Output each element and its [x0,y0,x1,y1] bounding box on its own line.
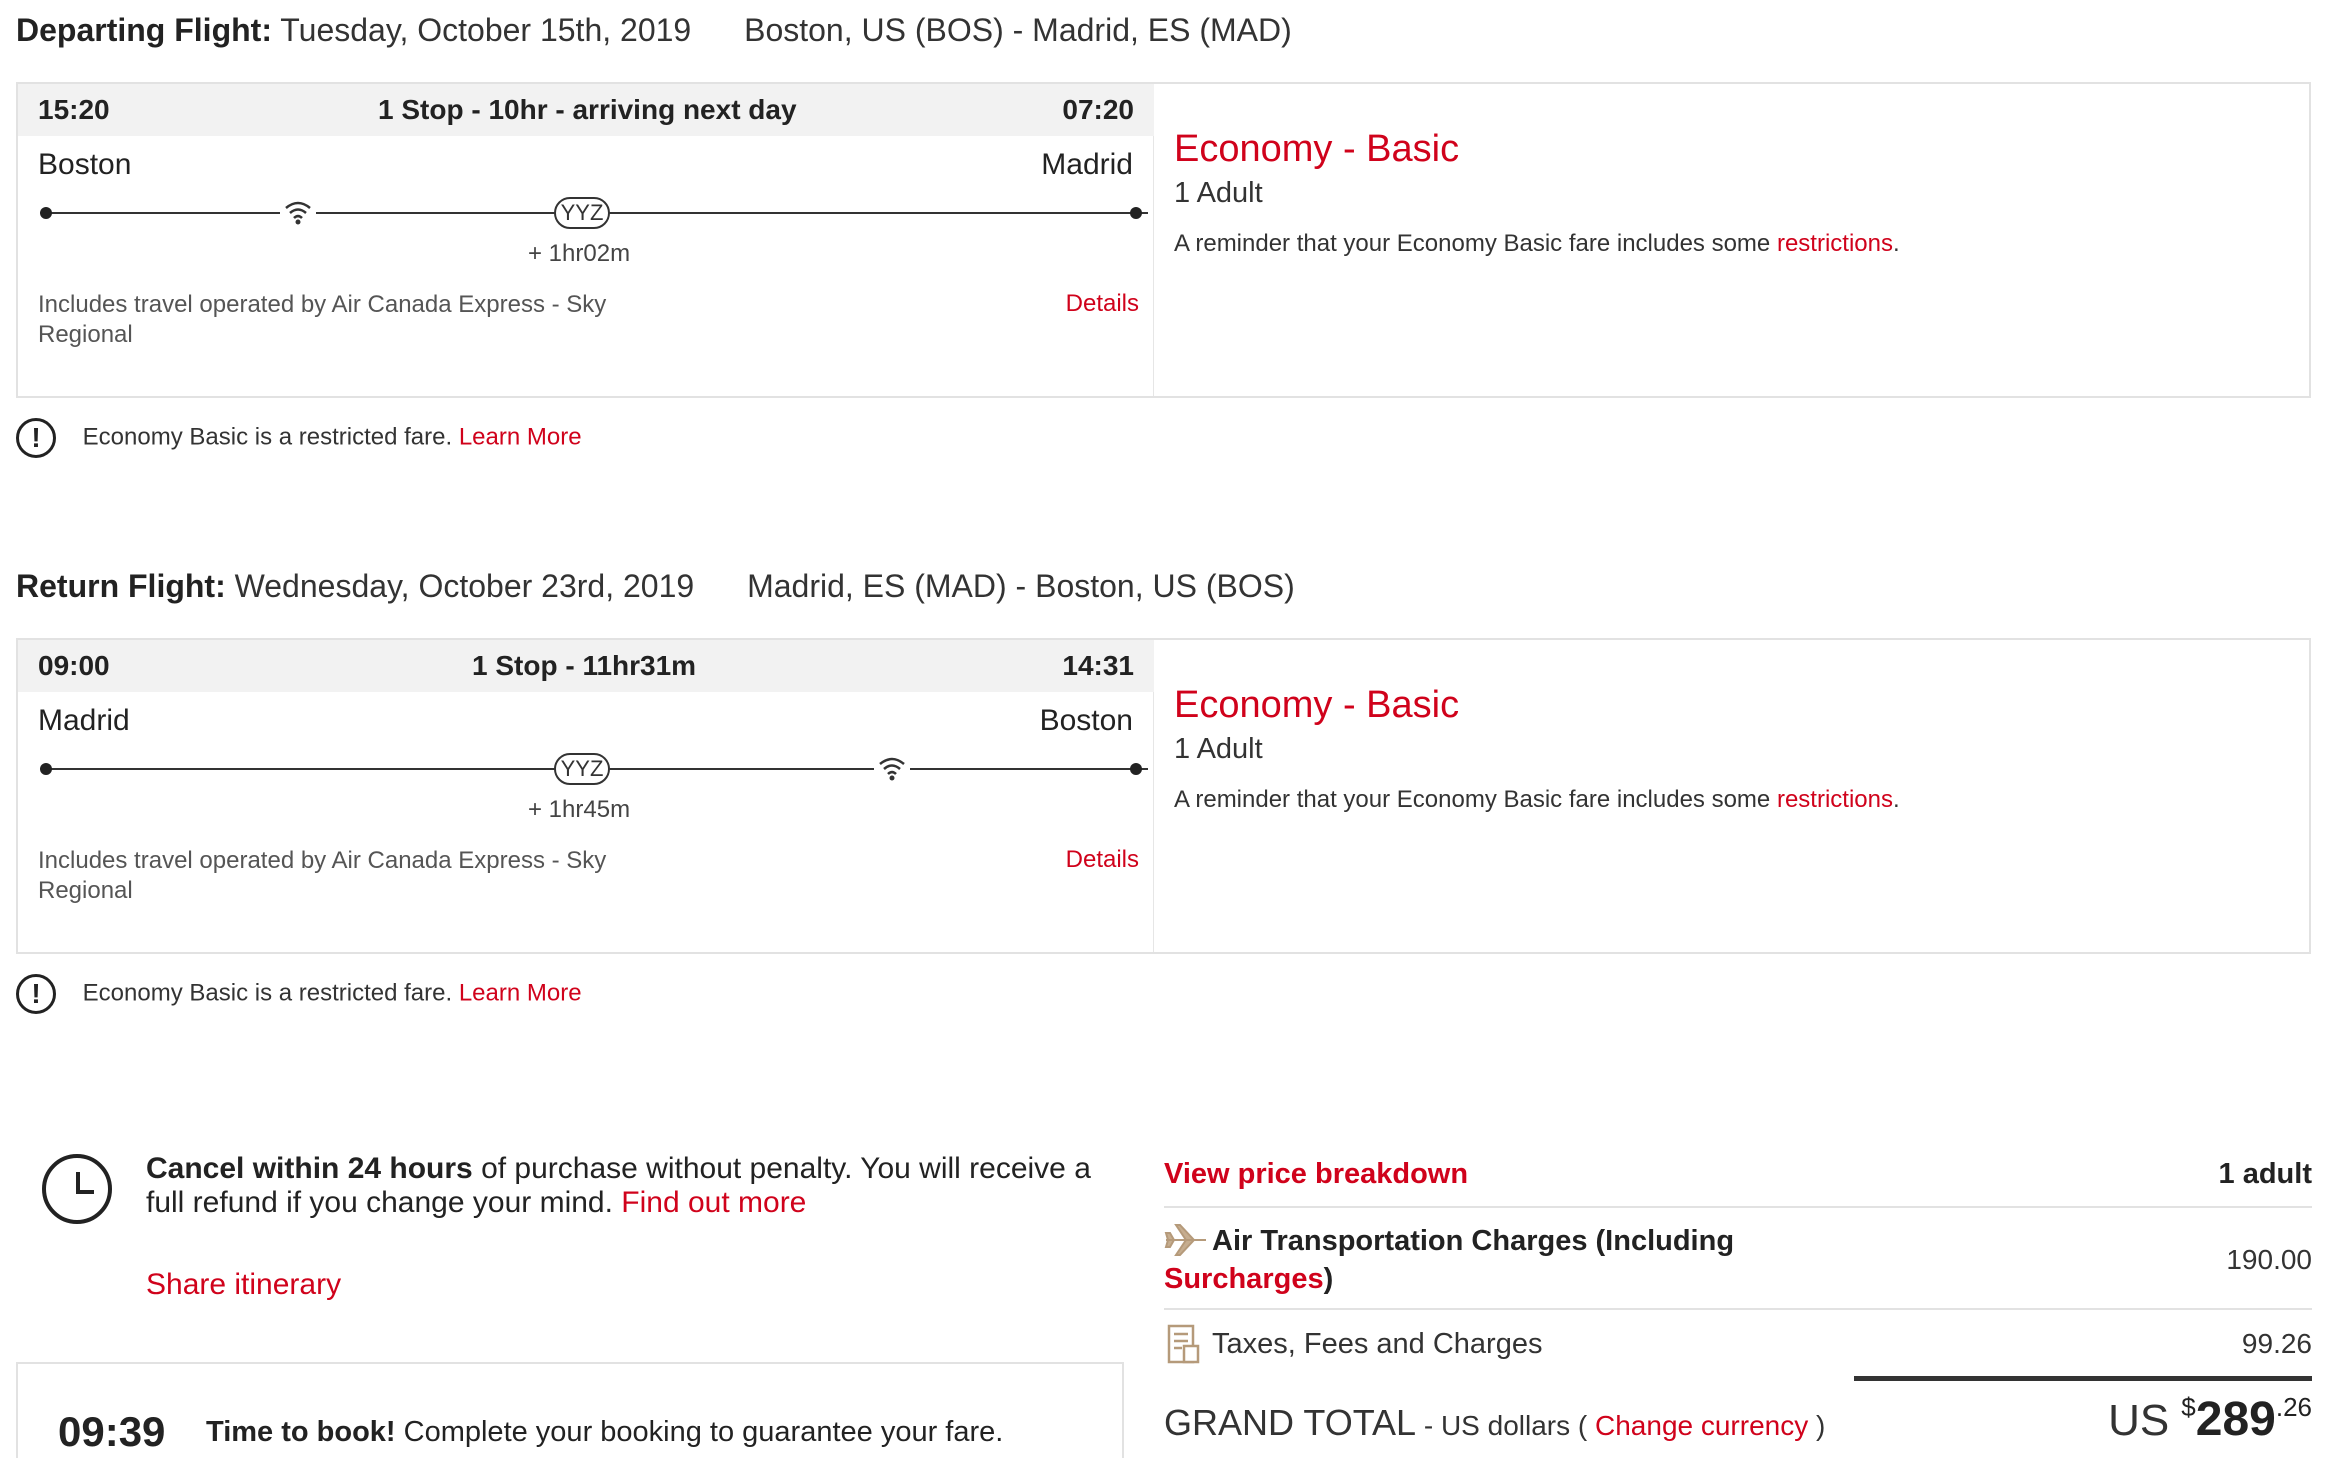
timer-message: Time to book! Complete your booking to g… [206,1416,1004,1448]
return-end-dot [1130,763,1142,775]
departing-destination: Madrid [1041,148,1133,181]
departing-heading-label: Departing Flight: [16,12,272,48]
departing-fare-info: Economy - Basic 1 Adult A reminder that … [1174,128,1900,258]
return-date: Wednesday, October 23rd, 2019 [234,568,695,604]
total-divider [1854,1376,2312,1381]
departing-flight-heading: Departing Flight: Tuesday, October 15th,… [16,12,1292,49]
return-flight-card: 09:00 1 Stop - 11hr31m 14:31 Madrid Bost… [16,638,2311,954]
return-fare-title: Economy - Basic [1174,684,1460,726]
wifi-icon [280,196,316,226]
departing-flight-card: 15:20 1 Stop - 10hr - arriving next day … [16,82,2311,398]
taxes-label: Taxes, Fees and Charges [1212,1328,1543,1360]
departing-arrive-time: 07:20 [1062,94,1134,125]
return-origin: Madrid [38,704,130,737]
departing-start-dot [40,207,52,219]
alert-icon: ! [16,418,56,458]
taxes-amount: 99.26 [2241,1328,2312,1359]
return-fare-info: Economy - Basic 1 Adult A reminder that … [1174,684,1900,814]
departing-restrictions-link[interactable]: restrictions [1777,230,1893,257]
departing-itinerary: 15:20 1 Stop - 10hr - arriving next day … [18,84,1154,396]
air-charges-label: Air Transportation Charges (Including Su… [1164,1225,1735,1295]
wifi-icon [874,752,910,782]
air-charges-row: Air Transportation Charges (Including Su… [1164,1206,2312,1308]
share-itinerary-link[interactable]: Share itinerary [146,1268,341,1302]
return-layover: + 1hr45m [528,796,631,823]
departing-date: Tuesday, October 15th, 2019 [280,12,692,48]
return-stop-badge: YYZ [554,753,610,785]
find-out-more-link[interactable]: Find out more [621,1186,806,1219]
return-summary-bar: 09:00 1 Stop - 11hr31m 14:31 [18,640,1154,692]
grand-total-amount: US $289.26 [2108,1392,2312,1446]
passenger-count: 1 adult [2218,1158,2312,1190]
departing-depart-time: 15:20 [38,94,110,125]
return-arrive-time: 14:31 [1062,650,1134,681]
surcharges-link[interactable]: Surcharges [1164,1263,1324,1295]
departing-summary-bar: 15:20 1 Stop - 10hr - arriving next day … [18,84,1154,136]
air-charges-amount: 190.00 [2226,1244,2312,1275]
return-passengers: 1 Adult [1174,733,1263,765]
return-start-dot [40,763,52,775]
grand-total-row: GRAND TOTAL - US dollars ( Change curren… [1164,1388,2312,1450]
return-heading-label: Return Flight: [16,568,226,604]
clock-icon [42,1154,112,1224]
return-summary: 1 Stop - 11hr31m [472,650,697,681]
return-learn-more-link[interactable]: Learn More [459,979,582,1006]
grand-total-label: GRAND TOTAL [1164,1402,1417,1443]
return-flight-heading: Return Flight: Wednesday, October 23rd, … [16,568,1295,605]
view-price-breakdown-link[interactable]: View price breakdown [1164,1158,1468,1191]
departing-end-dot [1130,207,1142,219]
departing-fare-title: Economy - Basic [1174,128,1460,170]
return-restricted-notice: ! Economy Basic is a restricted fare. Le… [16,974,582,1014]
departing-details-link[interactable]: Details [1066,290,1139,318]
return-operated-by: Includes travel operated by Air Canada E… [38,847,607,904]
departing-origin: Boston [38,148,132,181]
departing-operated-by: Includes travel operated by Air Canada E… [38,291,607,348]
booking-timer-box: 09:39 Time to book! Complete your bookin… [16,1362,1124,1458]
return-restrictions-link[interactable]: restrictions [1777,786,1893,813]
departing-learn-more-link[interactable]: Learn More [459,423,582,450]
departing-layover: + 1hr02m [528,240,631,267]
departing-restricted-notice: ! Economy Basic is a restricted fare. Le… [16,418,582,458]
booking-timer: 09:39 [58,1408,166,1455]
departing-summary: 1 Stop - 10hr - arriving next day [378,94,797,125]
change-currency-link[interactable]: Change currency [1595,1410,1808,1441]
alert-icon: ! [16,974,56,1014]
return-itinerary: 09:00 1 Stop - 11hr31m 14:31 Madrid Bost… [18,640,1154,952]
departing-fare-reminder: A reminder that your Economy Basic fare … [1174,230,1900,257]
return-depart-time: 09:00 [38,650,110,681]
departing-passengers: 1 Adult [1174,177,1263,209]
cancel-policy-text: Cancel within 24 hours of purchase witho… [146,1152,1091,1219]
departing-stop-badge: YYZ [554,197,610,229]
return-fare-reminder: A reminder that your Economy Basic fare … [1174,786,1900,813]
return-details-link[interactable]: Details [1066,846,1139,874]
departing-route: Boston, US (BOS) - Madrid, ES (MAD) [744,12,1292,48]
taxes-row: Taxes, Fees and Charges 99.26 [1164,1308,2312,1378]
return-destination: Boston [1039,704,1133,737]
grand-total-label-group: GRAND TOTAL - US dollars ( Change curren… [1164,1402,1826,1443]
price-header: View price breakdown 1 adult [1164,1158,2312,1198]
receipt-icon [1166,1324,1202,1371]
return-route: Madrid, ES (MAD) - Boston, US (BOS) [747,568,1295,604]
